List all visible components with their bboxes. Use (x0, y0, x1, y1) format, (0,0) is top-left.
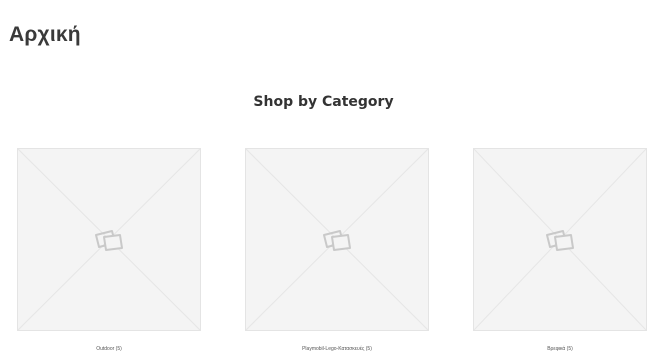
image-placeholder-icon (323, 229, 351, 251)
category-caption[interactable]: Outdoor (5) (17, 346, 201, 352)
image-placeholder-icon (95, 229, 123, 251)
category-caption[interactable]: Playmobil-Lego-Κατασκευές (5) (245, 346, 429, 352)
category-count: (5) (566, 346, 573, 352)
category-name: Outdoor (96, 346, 115, 352)
category-card-vrefika[interactable]: Βρεφικά (5) (473, 148, 647, 352)
category-count: (5) (115, 346, 122, 352)
category-card-playmobil-lego[interactable]: Playmobil-Lego-Κατασκευές (5) (245, 148, 429, 352)
section-heading: Shop by Category (253, 94, 394, 110)
category-card-outdoor[interactable]: Outdoor (5) (17, 148, 201, 352)
category-caption[interactable]: Βρεφικά (5) (473, 346, 647, 352)
category-name: Βρεφικά (547, 346, 566, 352)
category-thumbnail[interactable] (245, 148, 429, 331)
category-thumbnail[interactable] (473, 148, 647, 331)
category-grid: Outdoor (5) Playmobil-Lego-Κατασκευές (5… (0, 148, 647, 352)
page-title: Αρχική (9, 23, 81, 47)
category-name: Playmobil-Lego-Κατασκευές (302, 346, 365, 352)
category-count: (5) (365, 346, 372, 352)
category-thumbnail[interactable] (17, 148, 201, 331)
image-placeholder-icon (546, 229, 574, 251)
